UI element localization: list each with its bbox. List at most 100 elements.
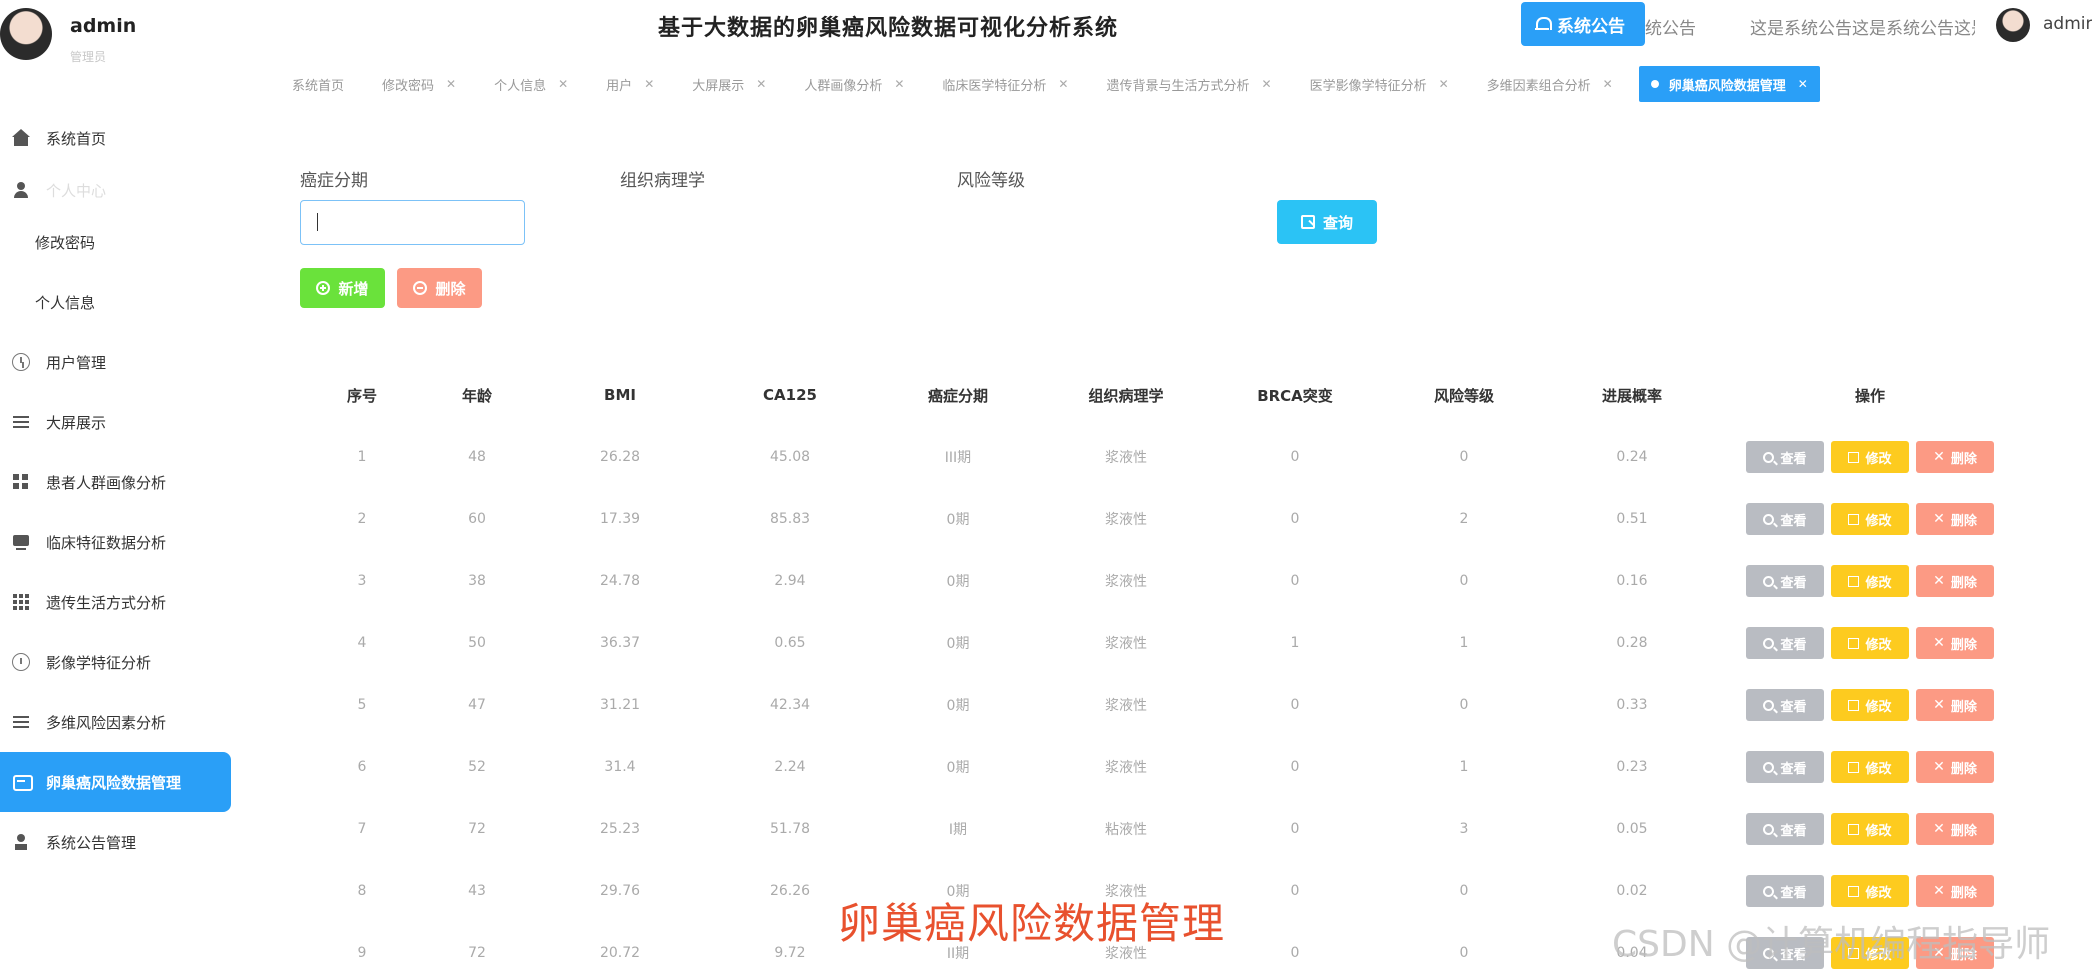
delete-button[interactable]: ✕ 删除 <box>1916 503 1994 535</box>
notice-button[interactable]: 系统公告 <box>1521 2 1645 46</box>
close-icon[interactable]: ✕ <box>1058 77 1068 91</box>
tab-dashboard[interactable]: 大屏展示 ✕ <box>680 66 778 102</box>
edit-button[interactable]: 修改 <box>1831 503 1909 535</box>
delete-button[interactable]: ✕ 删除 <box>1916 689 1994 721</box>
view-button[interactable]: 查看 <box>1746 503 1824 535</box>
table-cell: 0.16 <box>1616 573 1648 589</box>
tab-label: 系统首页 <box>292 78 345 94</box>
delete-button[interactable]: ✕ 删除 <box>1916 875 1994 907</box>
table-cell: 48 <box>468 449 486 465</box>
tab-risk-data[interactable]: 卵巢癌风险数据管理 ✕ <box>1638 66 1820 102</box>
sidebar-item-personal-center[interactable]: 个人中心 <box>0 168 232 212</box>
edit-button[interactable]: 修改 <box>1831 875 1909 907</box>
sidebar-item-label: 卵巢癌风险数据管理 <box>46 773 182 792</box>
sidebar-item-clinical[interactable]: 临床特征数据分析 <box>0 512 232 572</box>
delete-button-label: 删除 <box>435 279 466 298</box>
delete-button-label: 删除 <box>1950 823 1977 839</box>
avatar[interactable] <box>0 8 52 60</box>
search-button[interactable]: 查询 <box>1277 200 1377 244</box>
close-icon[interactable]: ✕ <box>446 77 456 91</box>
tab-label: 用户 <box>606 78 633 94</box>
monitor-icon <box>12 533 30 551</box>
user-menu[interactable]: admin <box>2043 14 2092 34</box>
view-button[interactable]: 查看 <box>1746 627 1824 659</box>
table-cell: 2.94 <box>774 573 806 589</box>
sidebar-item-imaging[interactable]: 影像学特征分析 <box>0 632 232 692</box>
table-cell: 2.24 <box>774 759 806 775</box>
table-row: 2 60 17.39 85.83 0期 浆液性 0 2 0.51 查看 修改 ✕ 删除 <box>300 488 2040 550</box>
close-icon[interactable]: ✕ <box>644 77 654 91</box>
sidebar-item-change-password[interactable]: 修改密码 <box>0 212 232 272</box>
tab-profile[interactable]: 个人信息 ✕ <box>482 66 580 102</box>
table-cell: 0 <box>1290 511 1300 527</box>
table-cell: 0.23 <box>1616 759 1648 775</box>
sidebar-item-multifactor[interactable]: 多维风险因素分析 <box>0 692 232 752</box>
close-icon[interactable]: ✕ <box>1439 77 1449 91</box>
top-header: admin 管理员 基于大数据的卵巢癌风险数据可视化分析系统 系统公告 统公告 … <box>0 0 2092 64</box>
sidebar-item-home[interactable]: 系统首页 <box>0 108 232 168</box>
view-button[interactable]: 查看 <box>1746 813 1824 845</box>
edit-button[interactable]: 修改 <box>1831 751 1909 783</box>
close-icon[interactable]: ✕ <box>894 77 904 91</box>
sidebar-item-label: 影像学特征分析 <box>46 653 152 672</box>
close-icon[interactable]: ✕ <box>756 77 766 91</box>
close-icon[interactable]: ✕ <box>1603 77 1613 91</box>
view-button[interactable]: 查看 <box>1746 751 1824 783</box>
table-cell: 85.83 <box>769 511 811 527</box>
edit-icon <box>1848 451 1860 463</box>
delete-button[interactable]: ✕ 删除 <box>1916 813 1994 845</box>
close-icon[interactable]: ✕ <box>1262 77 1272 91</box>
table-cell: 29.76 <box>599 883 641 899</box>
tab-multifactor[interactable]: 多维因素组合分析 ✕ <box>1475 66 1625 102</box>
delete-button[interactable]: ✕ 删除 <box>1916 751 1994 783</box>
view-button[interactable]: 查看 <box>1746 875 1824 907</box>
close-icon[interactable]: ✕ <box>558 77 568 91</box>
table-cell: 0期 <box>946 760 970 776</box>
sidebar-item-dashboard[interactable]: 大屏展示 <box>0 392 232 452</box>
tab-change-password[interactable]: 修改密码 ✕ <box>370 66 468 102</box>
delete-button[interactable]: ✕ 删除 <box>1916 627 1994 659</box>
edit-button-label: 修改 <box>1865 575 1892 591</box>
tab-population[interactable]: 人群画像分析 ✕ <box>792 66 916 102</box>
tab-genetic[interactable]: 遗传背景与生活方式分析 ✕ <box>1094 66 1283 102</box>
view-button[interactable]: 查看 <box>1746 689 1824 721</box>
table-row: 5 47 31.21 42.34 0期 浆液性 0 0 0.33 查看 修改 ✕ 删除 <box>300 674 2040 736</box>
delete-button[interactable]: ✕ 删除 <box>1916 565 1994 597</box>
stage-input[interactable] <box>300 200 525 245</box>
user-role: 管理员 <box>70 50 107 64</box>
table-row: 1 48 26.28 45.08 III期 浆液性 0 0 0.24 查看 修改 ✕ 删除 <box>300 426 2040 488</box>
edit-button[interactable]: 修改 <box>1831 627 1909 659</box>
close-icon[interactable]: ✕ <box>1798 77 1808 91</box>
list-icon <box>12 713 30 731</box>
add-button[interactable]: 新增 <box>300 268 385 308</box>
edit-button[interactable]: 修改 <box>1831 813 1909 845</box>
sidebar-item-genetic[interactable]: 遗传生活方式分析 <box>0 572 232 632</box>
sidebar-item-profile[interactable]: 个人信息 <box>0 272 232 332</box>
tab-label: 修改密码 <box>382 78 435 94</box>
tab-imaging[interactable]: 医学影像学特征分析 ✕ <box>1298 66 1461 102</box>
edit-button[interactable]: 修改 <box>1831 441 1909 473</box>
view-button[interactable]: 查看 <box>1746 441 1824 473</box>
data-table: 序号 年龄 BMI CA125 癌症分期 组织病理学 BRCA突变 风险等级 进… <box>300 364 2040 972</box>
tab-home[interactable]: 系统首页 <box>280 66 356 102</box>
sidebar-item-population[interactable]: 患者人群画像分析 <box>0 452 232 512</box>
table-cell: 粘液性 <box>1105 822 1147 838</box>
table-cell: 0.05 <box>1616 821 1648 837</box>
view-button-label: 查看 <box>1780 885 1807 901</box>
gauge-icon <box>12 653 30 671</box>
sidebar-item-users[interactable]: 用户管理 <box>0 332 232 392</box>
view-button-label: 查看 <box>1780 513 1807 529</box>
search-icon <box>1300 215 1315 229</box>
tab-user[interactable]: 用户 ✕ <box>594 66 666 102</box>
tab-clinical[interactable]: 临床医学特征分析 ✕ <box>930 66 1080 102</box>
view-button[interactable]: 查看 <box>1746 565 1824 597</box>
sidebar-item-risk-data[interactable]: 卵巢癌风险数据管理 <box>0 752 231 812</box>
sidebar-item-notice[interactable]: 系统公告管理 <box>0 812 232 872</box>
avatar-small[interactable] <box>1996 8 2030 42</box>
edit-button[interactable]: 修改 <box>1831 565 1909 597</box>
search-icon <box>1763 637 1775 649</box>
bulk-delete-button[interactable]: 删除 <box>397 268 482 308</box>
edit-button[interactable]: 修改 <box>1831 689 1909 721</box>
delete-button[interactable]: ✕ 删除 <box>1916 441 1994 473</box>
tab-label: 人群画像分析 <box>804 78 883 94</box>
